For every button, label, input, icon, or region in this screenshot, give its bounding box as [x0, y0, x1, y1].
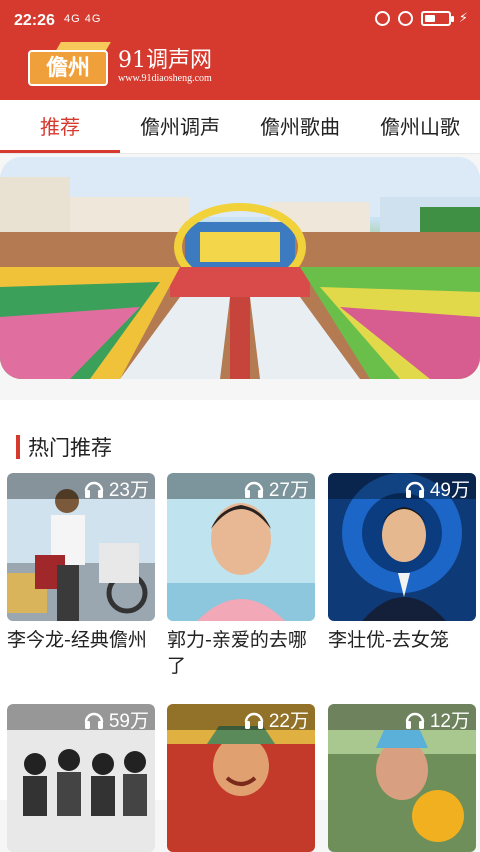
- status-time: 22:26: [14, 12, 55, 29]
- status-icons: ⚡: [374, 11, 468, 26]
- headphones-icon: [405, 481, 425, 498]
- play-count-value: 27万: [268, 480, 309, 501]
- logo-url: www.91diaosheng.com: [118, 73, 212, 84]
- battery-icon: [420, 11, 454, 26]
- song-card[interactable]: 23万 李今龙-经典儋州: [7, 473, 155, 653]
- section-accent-bar: [16, 435, 20, 459]
- play-count-value: 23万: [108, 480, 149, 501]
- song-thumbnail: 23万: [7, 473, 155, 621]
- play-count: 23万: [83, 475, 149, 502]
- headphones-icon: [84, 481, 104, 498]
- song-card[interactable]: 59万: [7, 704, 155, 852]
- song-card[interactable]: 49万 李壮优-去女笼: [328, 473, 476, 653]
- headphones-icon: [405, 712, 425, 729]
- play-count-value: 12万: [429, 711, 470, 732]
- banner-image: [0, 157, 480, 379]
- song-title: 李今龙-经典儋州: [7, 629, 147, 651]
- play-count-value: 59万: [108, 711, 149, 732]
- song-title: 郭力-亲爱的去哪了: [167, 629, 307, 677]
- header: 22:26 4G 4G ⚡ 儋州 91调声网 www.91diaosheng.c…: [0, 0, 480, 100]
- play-count: 22万: [243, 706, 309, 733]
- section-header: 热门推荐: [16, 432, 112, 462]
- song-card[interactable]: 12万: [328, 704, 476, 852]
- app-logo: 儋州 91调声网 www.91diaosheng.com: [28, 40, 228, 96]
- play-count: 27万: [243, 475, 309, 502]
- charging-icon: ⚡: [458, 11, 468, 26]
- song-card[interactable]: 27万 郭力-亲爱的去哪了: [167, 473, 315, 679]
- headphones-icon: [244, 712, 264, 729]
- song-thumbnail: 49万: [328, 473, 476, 621]
- song-card[interactable]: 22万: [167, 704, 315, 852]
- section-title: 热门推荐: [28, 436, 112, 460]
- banner-carousel[interactable]: [0, 157, 480, 379]
- song-title: 李壮优-去女笼: [328, 629, 449, 651]
- play-count: 12万: [404, 706, 470, 733]
- song-thumbnail: 12万: [328, 704, 476, 852]
- tab-danzhou-songs[interactable]: 儋州歌曲: [240, 100, 360, 153]
- category-tabs: 推荐 儋州调声 儋州歌曲 儋州山歌: [0, 100, 480, 154]
- play-count-value: 49万: [429, 480, 470, 501]
- song-thumbnail: 27万: [167, 473, 315, 621]
- tab-danzhou-folk-songs[interactable]: 儋州山歌: [360, 100, 480, 153]
- signal-icon: 4G 4G: [64, 13, 102, 25]
- play-count: 59万: [83, 706, 149, 733]
- song-thumbnail: 59万: [7, 704, 155, 852]
- play-count: 49万: [404, 475, 470, 502]
- logo-name: 91调声网: [118, 48, 212, 73]
- headphones-icon: [84, 712, 104, 729]
- play-count-value: 22万: [268, 711, 309, 732]
- lock-rotation-icon: [374, 11, 390, 26]
- status-bar: 22:26 4G 4G ⚡: [0, 0, 480, 40]
- headphones-icon: [244, 481, 264, 498]
- song-thumbnail: 22万: [167, 704, 315, 852]
- logo-badge: 儋州: [28, 50, 108, 86]
- tab-danzhou-diaosheng[interactable]: 儋州调声: [120, 100, 240, 153]
- alarm-icon: [397, 11, 413, 26]
- tab-recommend[interactable]: 推荐: [0, 100, 120, 153]
